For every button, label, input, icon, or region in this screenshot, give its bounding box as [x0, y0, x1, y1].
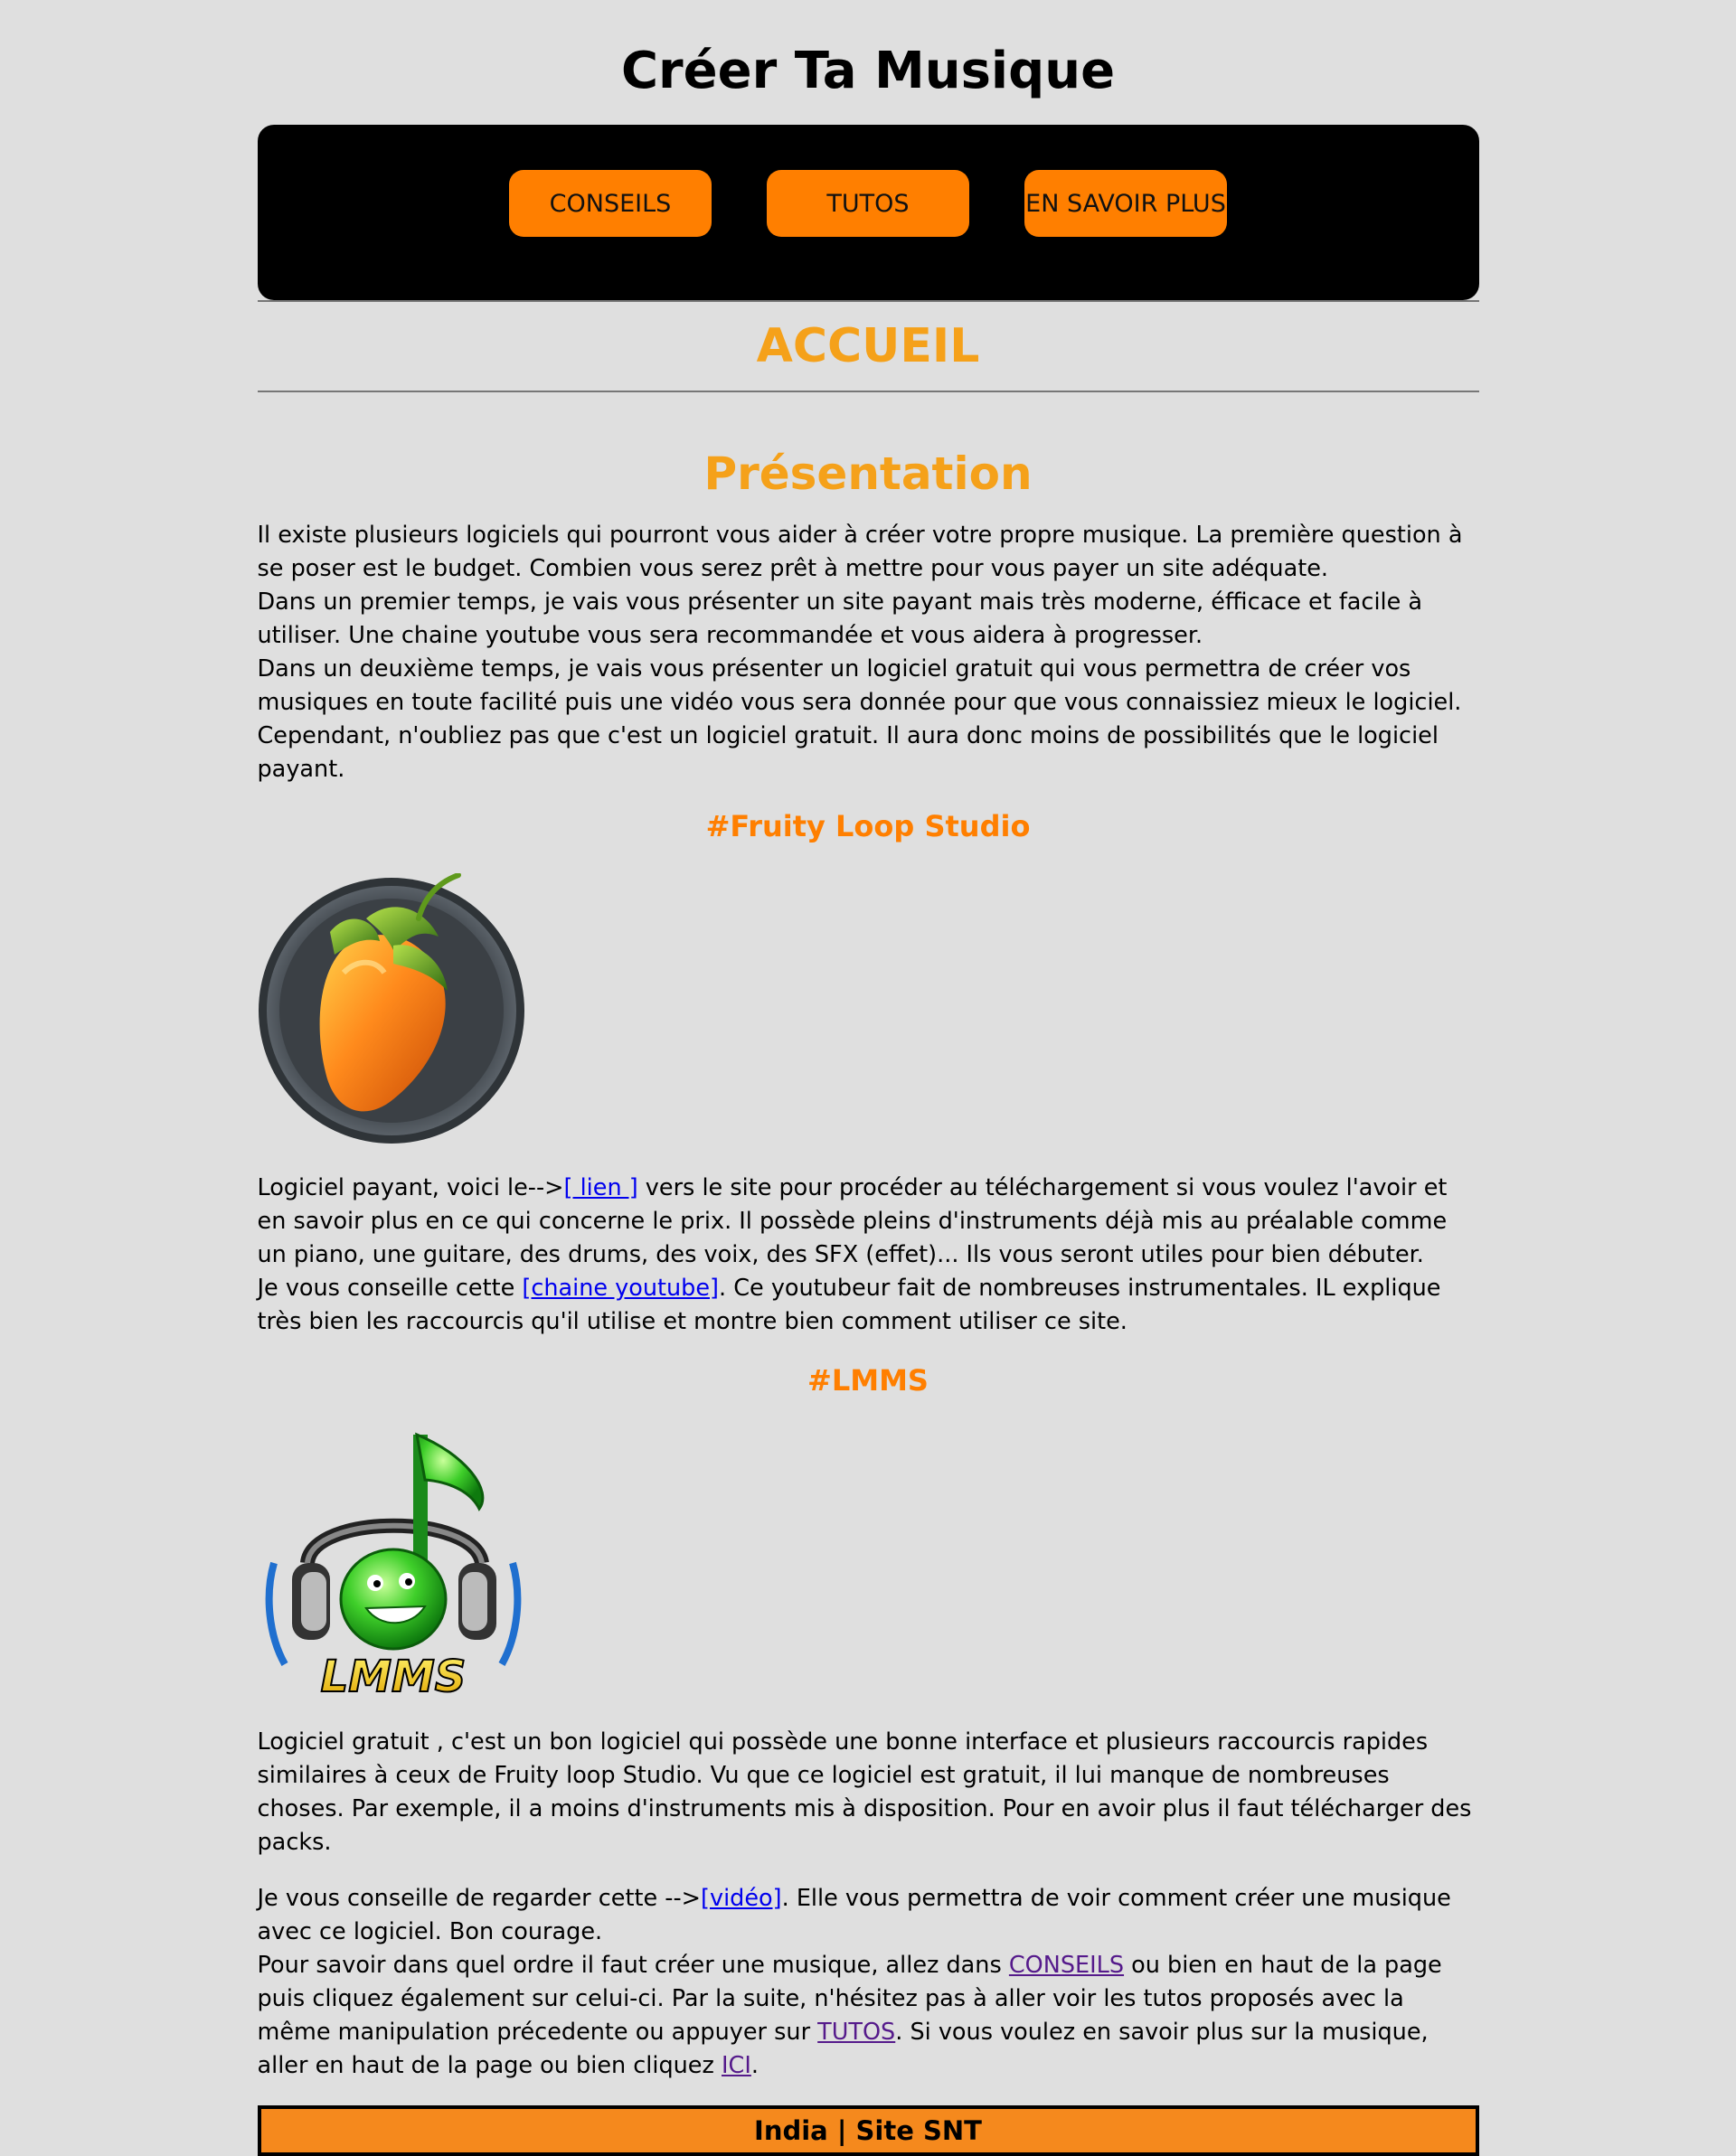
video-link[interactable]: [vidéo] — [701, 1885, 782, 1912]
presentation-text: Il existe plusieurs logiciels qui pourro… — [258, 519, 1479, 786]
fl-studio-heading: #Fruity Loop Studio — [705, 809, 1031, 843]
youtube-channel-link[interactable]: [chaine youtube] — [522, 1275, 719, 1302]
site-title: Créer Ta Musique — [620, 42, 1116, 100]
nav-button-en-savoir-plus[interactable]: EN SAVOIR PLUS — [1024, 170, 1227, 237]
footer-text: India | Site SNT — [754, 2115, 982, 2146]
page-container: Créer Ta Musique CONSEILS TUTOS EN SAVOI… — [257, 0, 1479, 2156]
conseils-link[interactable]: CONSEILS — [1009, 1952, 1124, 1979]
nav-button-conseils[interactable]: CONSEILS — [509, 170, 712, 237]
presentation-line: Dans un deuxième temps, je vais vous pré… — [257, 655, 1462, 716]
tutos-link[interactable]: TUTOS — [817, 2019, 895, 2046]
fl-text-start: Logiciel payant, voici le--> — [257, 1174, 564, 1201]
lmms-text: Logiciel gratuit , c'est un bon logiciel… — [257, 1728, 1472, 1856]
guide-text-a: Pour savoir dans quel ordre il faut crée… — [257, 1952, 1009, 1979]
fl-youtube-text-start: Je vous conseille cette — [257, 1275, 523, 1302]
presentation-line: Il existe plusieurs logiciels qui pourro… — [257, 522, 1463, 582]
presentation-line: Cependant, n'oubliez pas que c'est un lo… — [257, 722, 1439, 783]
lmms-heading: #LMMS — [807, 1363, 929, 1398]
lmms-video-text: Je vous conseille de regarder cette -->[… — [258, 1882, 1479, 2083]
fl-studio-text: Logiciel payant, voici le-->[ lien ] ver… — [258, 1172, 1479, 1339]
ici-link[interactable]: ICI — [722, 2052, 751, 2079]
lmms-logo-text: LMMS — [320, 1652, 466, 1699]
guide-text-d: . — [750, 2052, 759, 2079]
presentation-heading: Présentation — [703, 447, 1033, 500]
lmms-logo-icon: LMMS — [258, 1427, 529, 1703]
footer: India | Site SNT — [257, 2105, 1479, 2156]
fl-studio-logo-icon — [258, 872, 529, 1144]
presentation-line: Dans un premier temps, je vais vous prés… — [257, 588, 1423, 649]
fl-download-link[interactable]: [ lien ] — [564, 1174, 638, 1201]
main-nav: CONSEILS TUTOS EN SAVOIR PLUS — [257, 125, 1479, 300]
nav-button-tutos[interactable]: TUTOS — [767, 170, 969, 237]
lmms-video-text-start: Je vous conseille de regarder cette --> — [257, 1885, 702, 1912]
divider-bottom — [257, 391, 1479, 392]
section-title: ACCUEIL — [756, 319, 980, 373]
